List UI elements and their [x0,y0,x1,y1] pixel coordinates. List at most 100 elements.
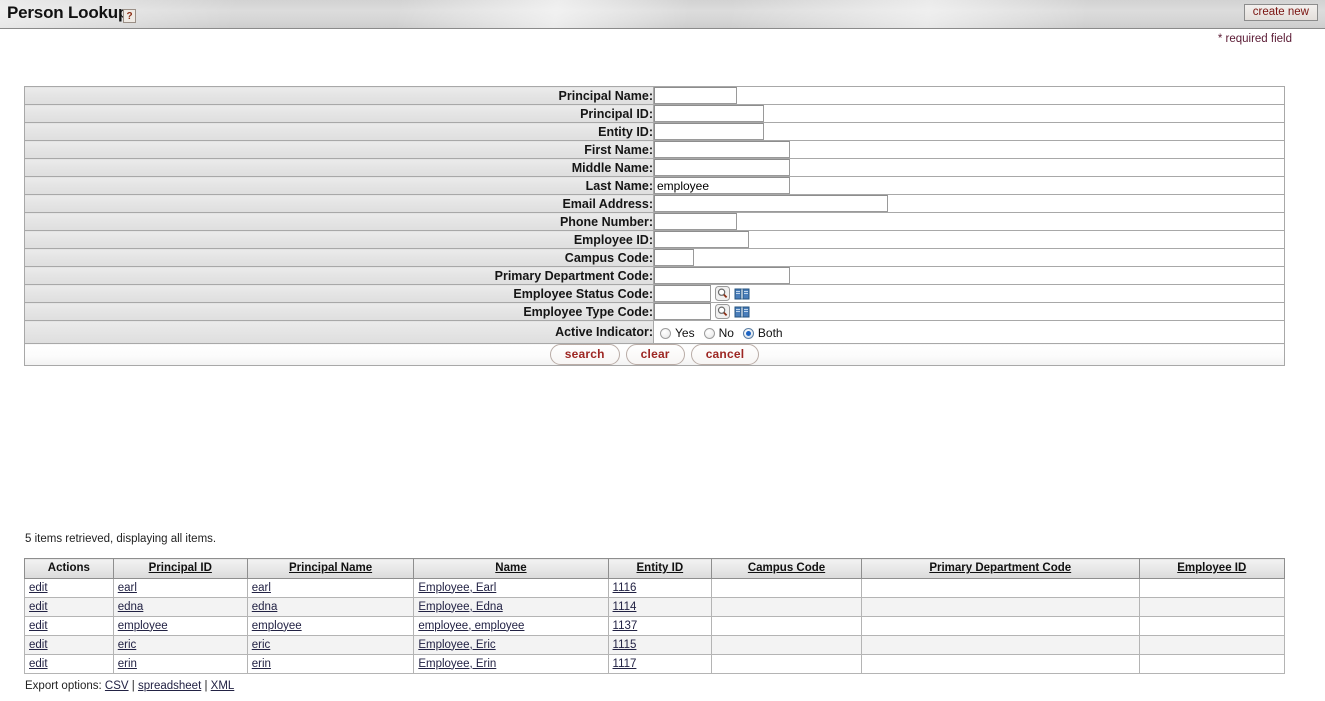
cell-principal-name[interactable]: earl [246,578,415,598]
column-header-entity-id[interactable]: Entity ID [607,558,713,579]
column-header-employee-id[interactable]: Employee ID [1138,558,1286,579]
input-emailaddress[interactable] [654,195,888,212]
cell-link[interactable]: Employee, Edna [418,601,502,613]
cell-link[interactable]: earl [118,582,137,594]
cell-name[interactable]: Employee, Edna [413,597,609,617]
search-button[interactable]: search [549,344,620,366]
input-principalid[interactable] [654,105,764,122]
cell-principal-name[interactable]: erin [246,654,415,674]
cell-link[interactable]: Employee, Earl [418,582,496,594]
input-employeestatuscode[interactable] [654,285,711,302]
cell-name[interactable]: Employee, Earl [413,578,609,598]
magnifier-icon[interactable] [715,286,730,301]
cell-link[interactable]: Employee, Erin [418,658,496,670]
cell-link[interactable]: erin [118,658,137,670]
cell-principal-id[interactable]: erin [112,654,248,674]
cell-employee-id [1138,597,1286,617]
cell-name[interactable]: Employee, Eric [413,635,609,655]
edit-link[interactable]: edit [29,639,48,651]
cell-principal-name[interactable]: employee [246,616,415,636]
radio-option-no[interactable]: No [703,325,734,340]
cell-link[interactable]: employee [118,620,168,632]
cell-link[interactable]: employee, employee [418,620,524,632]
cell-employee-id [1138,635,1286,655]
input-campuscode[interactable] [654,249,694,266]
edit-link[interactable]: edit [29,582,48,594]
cell-action[interactable]: edit [24,597,114,617]
edit-link[interactable]: edit [29,601,48,613]
cell-principal-id[interactable]: eric [112,635,248,655]
clear-button[interactable]: clear [625,344,685,366]
cell-employee-id [1138,578,1286,598]
column-header-primary-department-code[interactable]: Primary Department Code [860,558,1140,579]
input-middlename[interactable] [654,159,790,176]
cell-link[interactable]: erin [252,658,271,670]
cell-entity-id[interactable]: 1117 [607,654,713,674]
cancel-button[interactable]: cancel [690,344,760,366]
cell-name[interactable]: Employee, Erin [413,654,609,674]
edit-link[interactable]: edit [29,658,48,670]
cell-action[interactable]: edit [24,616,114,636]
cell-action[interactable]: edit [24,578,114,598]
export-link-csv[interactable]: CSV [105,680,129,692]
active-indicator-options: Yes No Both [653,319,1285,345]
export-label: Export options: [25,680,102,692]
radio-option-yes[interactable]: Yes [660,325,695,340]
cell-principal-id[interactable]: edna [112,597,248,617]
criteria-field-cell [653,248,1285,267]
cell-link[interactable]: 1114 [613,601,637,613]
column-header-label: Primary Department Code [929,562,1072,574]
export-link-xml[interactable]: XML [211,680,235,692]
create-new-button[interactable]: create new [1243,4,1318,21]
help-icon[interactable]: ? [123,9,136,23]
cell-link[interactable]: edna [118,601,144,613]
cell-principal-id[interactable]: employee [112,616,248,636]
input-entityid[interactable] [654,123,764,140]
export-link-spreadsheet[interactable]: spreadsheet [138,680,201,692]
magnifier-icon[interactable] [715,304,730,319]
input-employeeid[interactable] [654,231,749,248]
input-principalname[interactable] [654,87,737,104]
cell-link[interactable]: 1137 [613,620,638,632]
input-firstname[interactable] [654,141,790,158]
input-employeetypecode[interactable] [654,303,711,320]
cell-link[interactable]: eric [252,639,271,651]
cell-link[interactable]: earl [252,582,271,594]
app-header-bar: Person Lookup ? create new [0,0,1325,29]
cell-principal-id[interactable]: earl [112,578,248,598]
book-icon[interactable] [734,287,750,301]
cell-action[interactable]: edit [24,635,114,655]
cell-link[interactable]: 1115 [613,639,637,651]
cell-link[interactable]: eric [118,639,137,651]
cell-principal-name[interactable]: eric [246,635,415,655]
cell-link[interactable]: employee [252,620,302,632]
column-header-principal-id[interactable]: Principal ID [112,558,248,579]
criteria-row: Primary Department Code: [24,266,1285,285]
cell-entity-id[interactable]: 1137 [607,616,713,636]
radio-option-both[interactable]: Both [742,325,783,340]
cell-entity-id[interactable]: 1116 [607,578,713,598]
cell-principal-name[interactable]: edna [246,597,415,617]
input-primarydepartmentcode[interactable] [654,267,790,284]
export-options: Export options: CSV | spreadsheet | XML [25,680,234,692]
book-icon[interactable] [734,305,750,319]
cell-campus-code [711,635,862,655]
cell-link[interactable]: Employee, Eric [418,639,495,651]
column-header-principal-name[interactable]: Principal Name [246,558,415,579]
cell-entity-id[interactable]: 1114 [607,597,713,617]
column-header-campus-code[interactable]: Campus Code [711,558,862,579]
edit-link[interactable]: edit [29,620,48,632]
radio-button-no[interactable] [703,327,715,339]
input-lastname[interactable] [654,177,790,194]
criteria-row: First Name: [24,140,1285,159]
cell-name[interactable]: employee, employee [413,616,609,636]
cell-link[interactable]: 1117 [613,658,637,670]
input-phonenumber[interactable] [654,213,737,230]
cell-action[interactable]: edit [24,654,114,674]
radio-button-both[interactable] [742,327,754,339]
radio-button-yes[interactable] [660,327,671,339]
cell-link[interactable]: 1116 [613,582,637,594]
cell-link[interactable]: edna [252,601,278,613]
cell-entity-id[interactable]: 1115 [607,635,713,655]
column-header-name[interactable]: Name [413,558,609,579]
